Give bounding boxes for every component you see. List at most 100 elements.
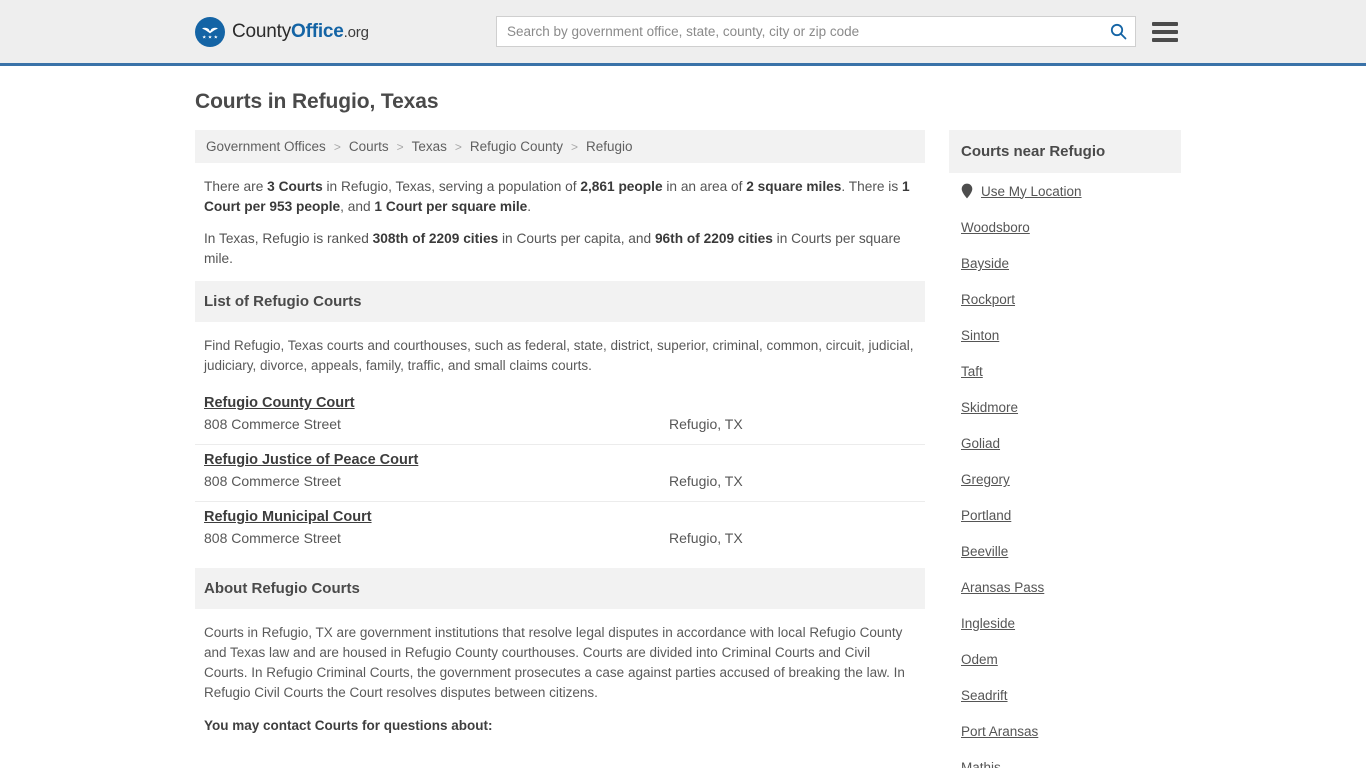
statistics-paragraph-2: In Texas, Refugio is ranked 308th of 220… [204, 229, 916, 269]
sidebar-city-link[interactable]: Gregory [961, 472, 1010, 487]
site-header: CountyOffice.org [0, 0, 1366, 66]
sidebar-city-link[interactable]: Ingleside [961, 616, 1015, 631]
sidebar-city-link[interactable]: Bayside [961, 256, 1009, 271]
court-detail-line: 808 Commerce Street Refugio, TX [204, 416, 916, 432]
search-icon[interactable] [1110, 23, 1127, 40]
breadcrumb-link[interactable]: Government Offices [204, 139, 328, 154]
stat-text: In Texas, Refugio is ranked [204, 231, 373, 246]
sidebar-city-link[interactable]: Odem [961, 652, 998, 667]
court-name-link[interactable]: Refugio Justice of Peace Court [204, 452, 418, 468]
sidebar-city-link[interactable]: Skidmore [961, 400, 1018, 415]
about-section-body: Courts in Refugio, TX are government ins… [195, 609, 925, 736]
search-input[interactable] [507, 24, 1110, 39]
stat-text: . There is [841, 179, 902, 194]
about-paragraph: Courts in Refugio, TX are government ins… [204, 625, 905, 700]
hamburger-bar [1152, 21, 1178, 26]
sidebar-item-city[interactable]: Aransas Pass [961, 580, 1181, 595]
breadcrumb-separator: > [454, 139, 462, 154]
map-pin-icon [961, 183, 973, 199]
site-logo[interactable]: CountyOffice.org [195, 16, 369, 47]
page-title: Courts in Refugio, Texas [195, 90, 439, 113]
sidebar-city-link[interactable]: Seadrift [961, 688, 1008, 703]
sidebar-item-city[interactable]: Sinton [961, 328, 1181, 343]
court-address: 808 Commerce Street [204, 473, 341, 489]
hamburger-bar [1152, 37, 1178, 42]
sidebar-item-city[interactable]: Woodsboro [961, 220, 1181, 235]
about-section-heading: About Refugio Courts [195, 568, 925, 609]
sidebar-item-city[interactable]: Taft [961, 364, 1181, 379]
stat-text: in Courts per capita, and [498, 231, 655, 246]
sidebar-item-use-my-location[interactable]: Use My Location [961, 183, 1181, 199]
stat-text: in an area of [662, 179, 747, 194]
sidebar-city-link[interactable]: Mathis [961, 760, 1001, 768]
hamburger-menu-icon[interactable] [1152, 21, 1178, 42]
court-detail-line: 808 Commerce Street Refugio, TX [204, 530, 916, 546]
sidebar-city-link[interactable]: Rockport [961, 292, 1015, 307]
court-address: 808 Commerce Street [204, 416, 341, 432]
sidebar-item-city[interactable]: Rockport [961, 292, 1181, 307]
stat-text: in Refugio, Texas, serving a population … [322, 179, 581, 194]
sidebar-city-link[interactable]: Port Aransas [961, 724, 1038, 739]
sidebar-city-link[interactable]: Portland [961, 508, 1011, 523]
logo-text-org: .org [343, 23, 369, 41]
sidebar-item-city[interactable]: Gregory [961, 472, 1181, 487]
sidebar-city-link[interactable]: Beeville [961, 544, 1008, 559]
sidebar-city-link[interactable]: Goliad [961, 436, 1000, 451]
breadcrumb-link[interactable]: Courts [347, 139, 391, 154]
logo-text-office: Office [291, 20, 344, 42]
sidebar-item-city[interactable]: Goliad [961, 436, 1181, 451]
sidebar-list: Use My Location Woodsboro Bayside Rockport… [949, 173, 1181, 768]
sidebar-item-city[interactable]: Port Aransas [961, 724, 1181, 739]
sidebar-item-city[interactable]: Seadrift [961, 688, 1181, 703]
stat-highlight: 96th of 2209 cities [654, 231, 773, 246]
list-section-description: Find Refugio, Texas courts and courthous… [204, 338, 914, 373]
sidebar-city-link[interactable]: Taft [961, 364, 983, 379]
stat-highlight: 3 Courts [267, 179, 323, 194]
breadcrumb-link[interactable]: Refugio County [468, 139, 565, 154]
breadcrumb-separator: > [570, 139, 578, 154]
breadcrumb-link[interactable]: Refugio [584, 139, 635, 154]
logo-text-county: County [232, 20, 292, 42]
stat-highlight: 308th of 2209 cities [372, 231, 499, 246]
court-name-link[interactable]: Refugio Municipal Court [204, 509, 372, 525]
content-layout: Government Offices > Courts > Texas > Refugio … [195, 130, 1181, 768]
statistics-paragraph-1: There are 3 Courts in Refugio, Texas, se… [204, 177, 916, 217]
eagle-seal-icon [195, 16, 225, 47]
court-city-state: Refugio, TX [669, 416, 743, 432]
court-name-link[interactable]: Refugio County Court [204, 395, 355, 411]
list-section-description-wrap: Find Refugio, Texas courts and courthous… [195, 322, 925, 376]
search-box[interactable] [496, 16, 1136, 47]
use-my-location-link[interactable]: Use My Location [981, 184, 1082, 199]
sidebar-item-city[interactable]: Bayside [961, 256, 1181, 271]
sidebar-city-link[interactable]: Woodsboro [961, 220, 1030, 235]
sidebar-heading: Courts near Refugio [949, 130, 1181, 173]
sidebar: Courts near Refugio Use My Location Wood… [949, 130, 1181, 768]
breadcrumb: Government Offices > Courts > Texas > Refugio … [195, 130, 925, 163]
sidebar-item-city[interactable]: Beeville [961, 544, 1181, 559]
sidebar-item-city[interactable]: Odem [961, 652, 1181, 667]
sidebar-city-links: Woodsboro Bayside Rockport Sinton Taft Skidmo… [961, 220, 1181, 768]
sidebar-city-link[interactable]: Sinton [961, 328, 999, 343]
court-list-item: Refugio Justice of Peace Court 808 Commer… [195, 445, 925, 502]
about-contact-lead: You may contact Courts for questions abo… [204, 718, 493, 733]
sidebar-item-city[interactable]: Ingleside [961, 616, 1181, 631]
sidebar-item-city[interactable]: Mathis [961, 760, 1181, 768]
court-list-item: Refugio Municipal Court 808 Commerce Stre… [195, 502, 925, 558]
court-city-state: Refugio, TX [669, 530, 743, 546]
breadcrumb-separator: > [396, 139, 404, 154]
statistics-section: There are 3 Courts in Refugio, Texas, se… [195, 163, 925, 269]
court-city-state: Refugio, TX [669, 473, 743, 489]
page-container: Courts in Refugio, Texas Government Offi… [0, 90, 1366, 768]
sidebar-item-city[interactable]: Portland [961, 508, 1181, 523]
court-detail-line: 808 Commerce Street Refugio, TX [204, 473, 916, 489]
court-list-item: Refugio County Court 808 Commerce Street R… [195, 388, 925, 445]
sidebar-city-link[interactable]: Aransas Pass [961, 580, 1044, 595]
main-column: Government Offices > Courts > Texas > Refugio … [195, 130, 925, 768]
logo-wordmark: CountyOffice.org [232, 21, 369, 43]
court-address: 808 Commerce Street [204, 530, 341, 546]
sidebar-item-city[interactable]: Skidmore [961, 400, 1181, 415]
court-list: Refugio County Court 808 Commerce Street R… [195, 388, 925, 558]
header-search-area [496, 16, 1178, 47]
stat-text: There are [204, 179, 268, 194]
breadcrumb-link[interactable]: Texas [410, 139, 449, 154]
